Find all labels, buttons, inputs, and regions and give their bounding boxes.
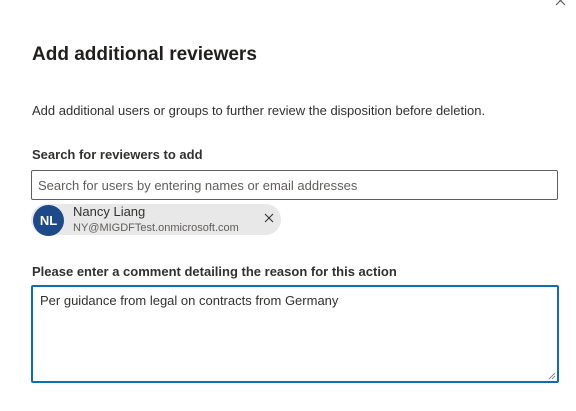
comment-textarea[interactable]: Per guidance from legal on contracts fro… [33,287,557,381]
avatar: NL [33,205,64,236]
search-label: Search for reviewers to add [32,147,203,162]
reviewer-name: Nancy Liang [73,204,146,219]
comment-label: Please enter a comment detailing the rea… [32,264,397,279]
dialog-description: Add additional users or groups to furthe… [32,103,486,118]
dialog-title: Add additional reviewers [32,44,257,65]
close-icon [264,213,274,223]
search-input[interactable] [32,171,557,199]
reviewer-persona: NL Nancy Liang NY@MIGDFTest.onmicrosoft.… [31,204,281,236]
close-button[interactable] [552,0,570,12]
search-box [31,170,558,200]
comment-box: Per guidance from legal on contracts fro… [31,285,559,383]
remove-reviewer-button[interactable] [264,213,274,223]
add-reviewers-dialog: Add additional reviewers Add additional … [0,0,576,411]
reviewer-email: NY@MIGDFTest.onmicrosoft.com [73,222,239,234]
resize-grip-icon[interactable] [547,371,556,380]
close-icon [555,0,566,6]
